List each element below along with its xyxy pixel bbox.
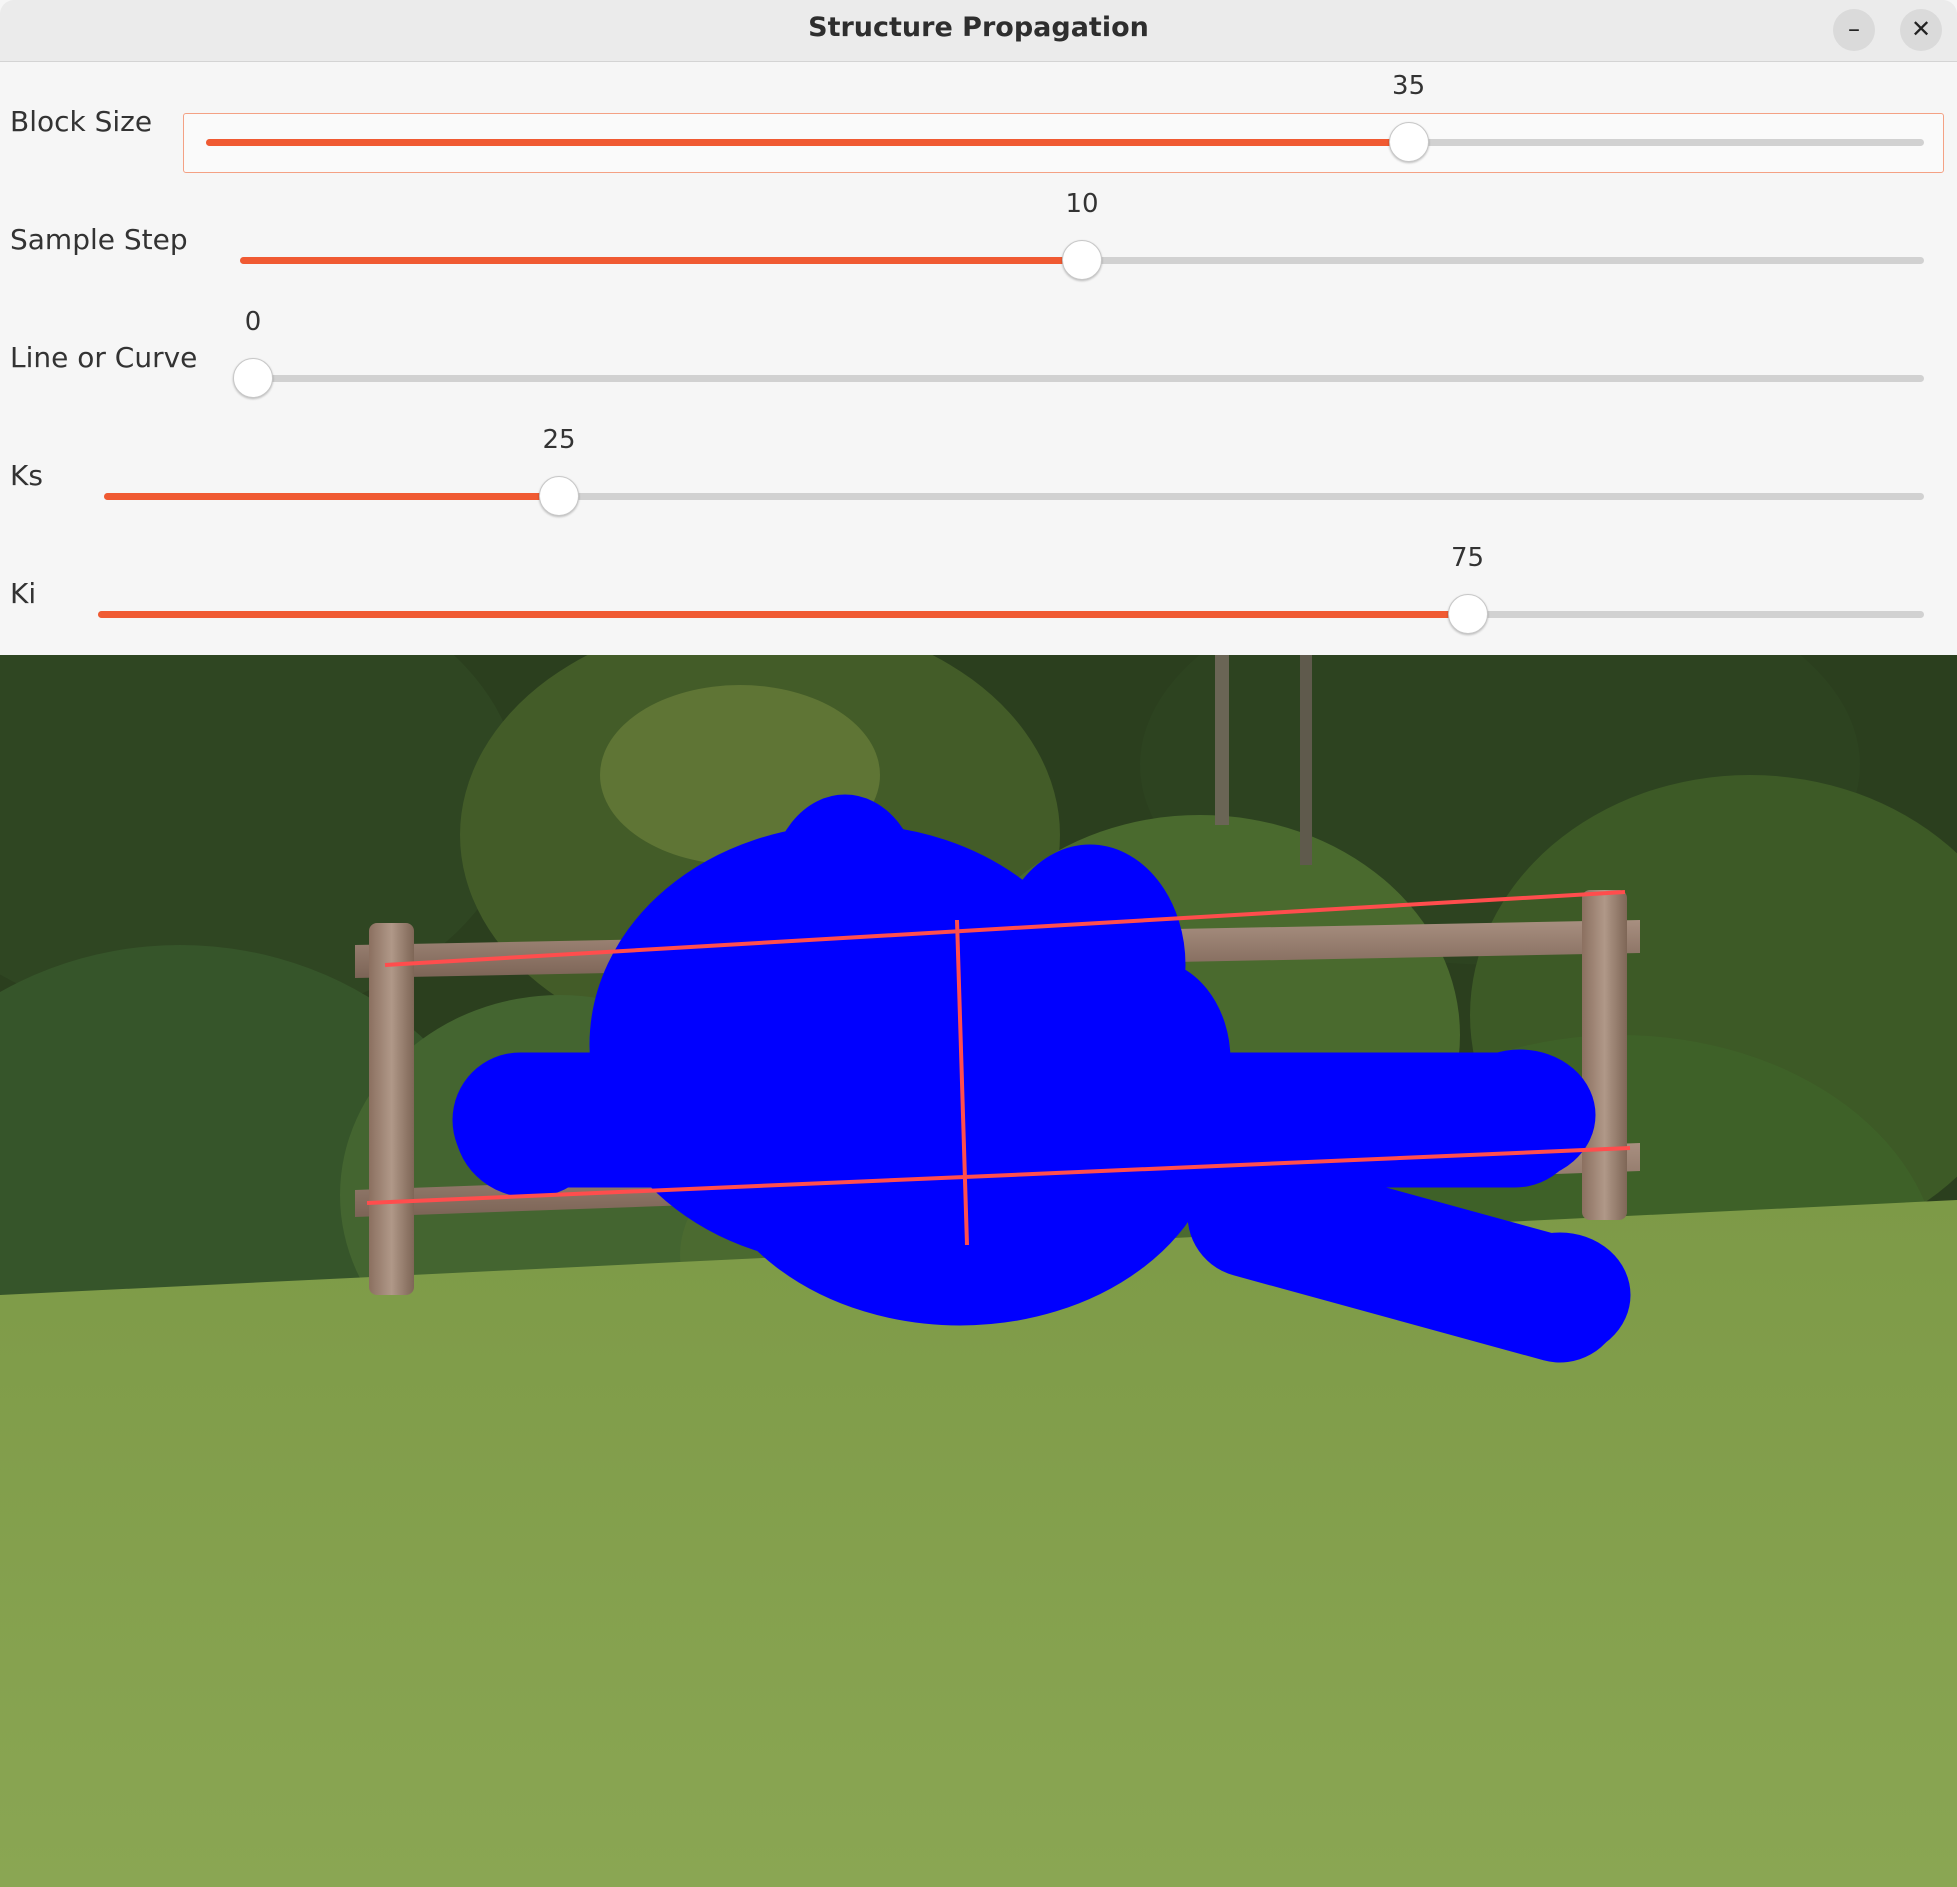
structure-propagation-window: Structure Propagation – ✕ Block Size 35 … [0, 0, 1957, 1887]
block-size-label: Block Size [10, 105, 153, 138]
ks-row: Ks 25 [0, 416, 1957, 534]
window-title: Structure Propagation [808, 12, 1149, 43]
controls-panel: Block Size 35 Sample Step 10 Line or Cur… [0, 62, 1957, 655]
sample-step-row: Sample Step 10 [0, 180, 1957, 298]
line-or-curve-row: Line or Curve 0 [0, 298, 1957, 416]
close-icon: ✕ [1910, 15, 1932, 43]
slider-handle[interactable] [1062, 240, 1102, 280]
block-size-row: Block Size 35 [0, 62, 1957, 180]
slider-fill [104, 493, 559, 500]
line-or-curve-label: Line or Curve [10, 341, 198, 374]
slider-value: 25 [542, 425, 576, 455]
ks-slider[interactable]: 25 [104, 425, 1924, 527]
scene-image[interactable] [0, 655, 1957, 1887]
ks-label: Ks [10, 459, 43, 492]
line-or-curve-slider[interactable]: 0 [233, 307, 1924, 409]
close-button[interactable]: ✕ [1900, 9, 1942, 51]
slider-value: 75 [1450, 543, 1485, 573]
slider-value: 35 [1392, 71, 1426, 101]
slider-value: 10 [1065, 189, 1099, 219]
sample-step-slider[interactable]: 10 [240, 189, 1924, 291]
ki-label: Ki [10, 577, 37, 610]
slider-handle[interactable] [233, 358, 273, 398]
slider-value: 0 [244, 307, 262, 337]
slider-fill [240, 257, 1082, 264]
block-size-slider[interactable]: 35 [183, 71, 1944, 173]
slider-handle[interactable] [539, 476, 579, 516]
slider-fill [206, 139, 1409, 146]
slider-fill [98, 611, 1468, 618]
slider-track[interactable] [253, 375, 1924, 382]
minimize-icon: – [1848, 15, 1860, 43]
ki-row: Ki 75 [0, 534, 1957, 652]
ki-slider[interactable]: 75 [98, 543, 1924, 645]
title-bar[interactable]: Structure Propagation – ✕ [0, 0, 1957, 62]
slider-handle[interactable] [1447, 594, 1488, 634]
minimize-button[interactable]: – [1833, 9, 1875, 51]
image-canvas[interactable] [0, 655, 1957, 1887]
sample-step-label: Sample Step [10, 223, 188, 256]
slider-handle[interactable] [1388, 122, 1429, 162]
